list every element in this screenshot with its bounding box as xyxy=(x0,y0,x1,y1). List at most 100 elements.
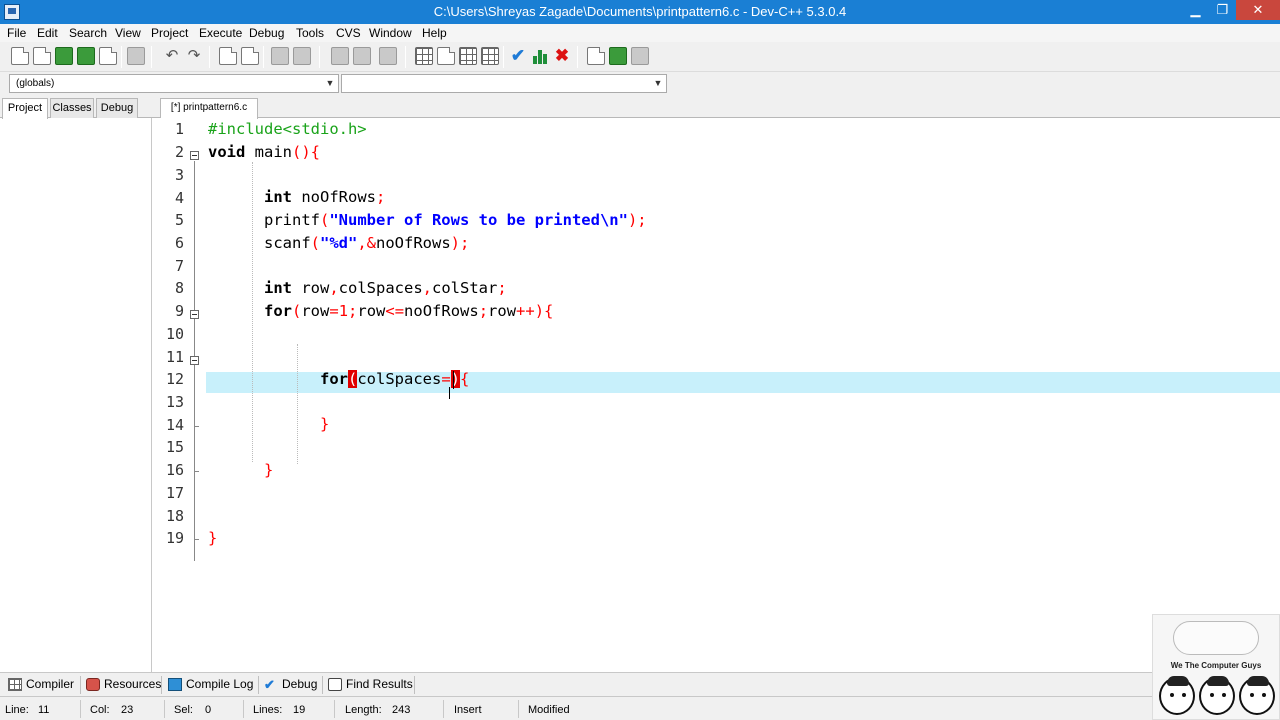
cartoon-face-icon xyxy=(1159,676,1195,715)
line-number: 9 xyxy=(174,302,184,320)
toolbar-separator xyxy=(151,46,152,68)
code-line-19: } xyxy=(208,529,218,547)
member-dropdown[interactable]: ▼ xyxy=(341,74,667,93)
tab-debug[interactable]: Debug xyxy=(96,98,138,118)
new-file-icon[interactable] xyxy=(11,47,29,65)
cloud-icon xyxy=(1173,621,1259,655)
toggle-comment-icon[interactable] xyxy=(379,47,397,65)
status-modified: Modified xyxy=(528,704,570,716)
new-project-icon[interactable] xyxy=(415,47,433,65)
menu-execute[interactable]: Execute xyxy=(199,26,242,40)
maximize-button[interactable]: ❐ xyxy=(1209,0,1236,20)
save-all-icon[interactable] xyxy=(77,47,95,65)
mouse-ibeam-cursor-icon xyxy=(449,387,456,399)
chevron-down-icon[interactable]: ▼ xyxy=(324,75,336,92)
indent-icon[interactable] xyxy=(331,47,349,65)
debug-icon: ✔ xyxy=(264,677,275,692)
window-title: C:\Users\Shreyas Zagade\Documents\printp… xyxy=(433,4,847,19)
undo-icon[interactable]: ↶ xyxy=(163,47,181,65)
line-number: 13 xyxy=(165,393,184,411)
file-tab-printpattern6[interactable]: [*] printpattern6.c xyxy=(160,98,258,119)
line-number: 16 xyxy=(165,461,184,479)
close-button[interactable]: ✕ xyxy=(1236,0,1280,20)
toolbar-separator xyxy=(121,46,122,68)
code-line-6: scanf("%d",&noOfRows); xyxy=(208,234,470,252)
scope-dropdown[interactable]: (globals) ▼ xyxy=(9,74,339,93)
status-separator xyxy=(80,700,81,718)
class-browser-icon[interactable] xyxy=(459,47,477,65)
print-icon[interactable] xyxy=(127,47,145,65)
menu-window[interactable]: Window xyxy=(369,26,412,40)
toolbar-separator xyxy=(209,46,210,68)
line-number: 6 xyxy=(174,234,184,252)
tab-classes[interactable]: Classes xyxy=(50,98,94,118)
tab-debug-output-label: Debug xyxy=(282,677,318,691)
menu-cvs[interactable]: CVS xyxy=(336,26,361,40)
code-line-9: for(row=1;row<=noOfRows;row++){ xyxy=(264,302,554,320)
status-sel-label: Sel: xyxy=(174,704,193,716)
replace-icon[interactable] xyxy=(241,47,259,65)
save-icon[interactable] xyxy=(55,47,73,65)
menu-search[interactable]: Search xyxy=(69,26,107,40)
fold-minus-icon[interactable] xyxy=(190,151,199,160)
tab-find-results[interactable]: Find Results xyxy=(326,676,413,695)
tab-project[interactable]: Project xyxy=(2,98,48,119)
project-options-icon[interactable] xyxy=(481,47,499,65)
menu-tools[interactable]: Tools xyxy=(296,26,324,40)
cartoon-face-icon xyxy=(1199,676,1235,715)
code-editor[interactable]: #include<stdio.h> void main(){ int noOfR… xyxy=(206,118,1280,672)
profile-icon[interactable] xyxy=(587,47,605,65)
fold-minus-icon[interactable] xyxy=(190,310,199,319)
menu-edit[interactable]: Edit xyxy=(37,26,58,40)
debug-run-icon[interactable] xyxy=(609,47,627,65)
indent-guide xyxy=(297,344,298,464)
toolbar-separator xyxy=(263,46,264,68)
status-length-label: Length: xyxy=(345,704,382,716)
find-icon[interactable] xyxy=(219,47,237,65)
compile-icon[interactable]: ✔ xyxy=(509,47,527,65)
unindent-icon[interactable] xyxy=(353,47,371,65)
toolbar-separator xyxy=(319,46,320,68)
code-line-1: #include<stdio.h> xyxy=(208,120,367,138)
chevron-down-icon[interactable]: ▼ xyxy=(652,75,664,92)
toolbar-separator xyxy=(503,46,504,68)
code-line-16: } xyxy=(264,461,274,479)
menu-project[interactable]: Project xyxy=(151,26,188,40)
title-bar: C:\Users\Shreyas Zagade\Documents\printp… xyxy=(0,0,1280,24)
line-number-gutter[interactable]: 1 2 3 4 5 6 7 8 9 10 11 12 13 14 15 16 1… xyxy=(152,118,206,672)
status-lines-label: Lines: xyxy=(253,704,283,716)
compiler-icon xyxy=(8,678,22,691)
line-number: 7 xyxy=(174,257,184,275)
tab-separator xyxy=(80,676,81,694)
menu-help[interactable]: Help xyxy=(422,26,447,40)
status-separator xyxy=(443,700,444,718)
tab-compiler[interactable]: Compiler xyxy=(6,676,74,695)
open-file-icon[interactable] xyxy=(33,47,51,65)
tab-resources[interactable]: Resources xyxy=(84,676,161,695)
line-number: 10 xyxy=(165,325,184,343)
menu-view[interactable]: View xyxy=(115,26,141,40)
line-number: 5 xyxy=(174,211,184,229)
menu-file[interactable]: File xyxy=(7,26,26,40)
line-number: 19 xyxy=(165,529,184,547)
menu-debug[interactable]: Debug xyxy=(249,26,284,40)
goto-file-icon[interactable] xyxy=(631,47,649,65)
stop-icon[interactable]: ✖ xyxy=(553,47,571,65)
close-file-icon[interactable] xyxy=(99,47,117,65)
editor-area: [*] printpattern6.c 1 2 3 4 5 6 7 8 9 10… xyxy=(152,96,1280,672)
class-member-bar: (globals) ▼ ▼ xyxy=(0,72,1280,96)
tab-debug-output[interactable]: ✔ Debug xyxy=(262,676,317,695)
status-separator xyxy=(243,700,244,718)
fold-minus-icon[interactable] xyxy=(190,356,199,365)
redo-icon[interactable]: ↷ xyxy=(185,47,203,65)
bottom-panel-tabs: Compiler Resources Compile Log ✔ Debug F… xyxy=(0,672,1280,696)
run-icon[interactable] xyxy=(531,47,549,65)
minimize-button[interactable]: ▁ xyxy=(1182,0,1209,20)
tab-separator xyxy=(258,676,259,694)
line-number: 11 xyxy=(165,348,184,366)
status-separator xyxy=(334,700,335,718)
bookmark-icon[interactable] xyxy=(293,47,311,65)
project-window-icon[interactable] xyxy=(437,47,455,65)
tab-compile-log[interactable]: Compile Log xyxy=(166,676,253,695)
goto-line-icon[interactable] xyxy=(271,47,289,65)
